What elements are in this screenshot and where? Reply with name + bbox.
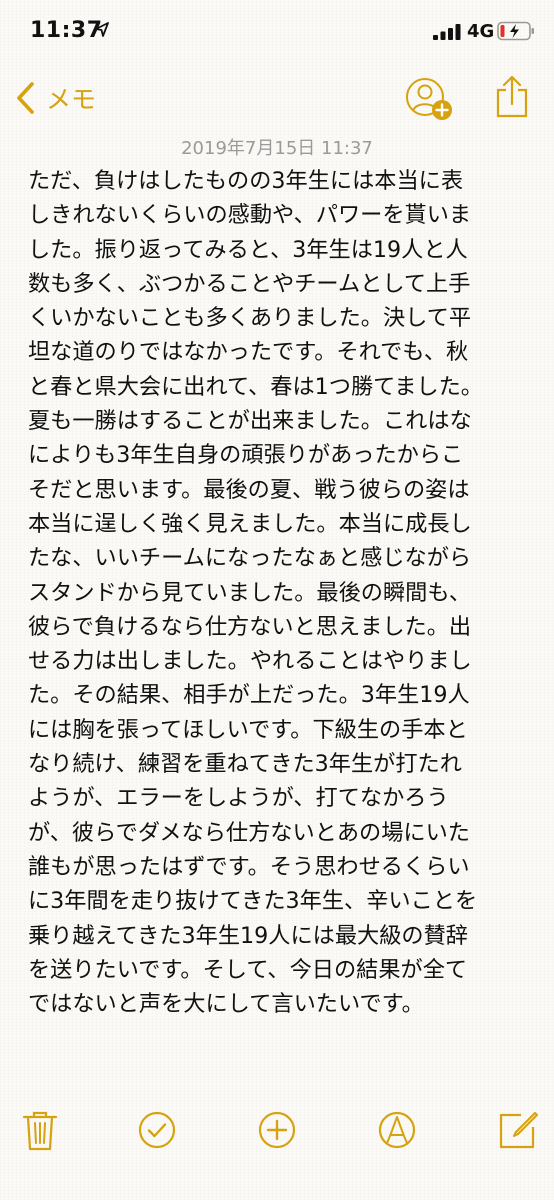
note-line: には胸を張ってほしいです。下級生の手本と xyxy=(28,716,468,743)
share-icon[interactable] xyxy=(494,74,530,120)
note-line: ただ、負けはしたものの3年生には本当に表 xyxy=(28,168,464,194)
note-line: ようが、エラーをしようが、打てなかろう xyxy=(28,785,449,812)
nav-bar: メモ xyxy=(0,62,554,132)
back-label: メモ xyxy=(46,85,97,114)
note-line: を送りたいです。そして、今日の結果が全て xyxy=(28,956,468,983)
note-line: スタンドから見ていました。最後の瞬間も、 xyxy=(28,579,472,606)
status-bar: 11:37 4G xyxy=(0,0,554,62)
trash-icon[interactable] xyxy=(18,1108,62,1152)
battery-charging-icon xyxy=(497,21,534,41)
note-line: 誰もが思ったはずです。そう思わせるくらい xyxy=(28,853,470,880)
markup-icon[interactable] xyxy=(375,1108,419,1152)
note-line: たな、いいチームになったなぁと感じながら xyxy=(28,545,472,572)
note-line: 数も多く、ぶつかることやチームとして上手 xyxy=(28,270,471,297)
status-time: 11:37 xyxy=(30,18,103,43)
note-body[interactable]: ただ、負けはしたものの3年生には本当に表 しきれないくらいの感動や、パワーを貰いま… xyxy=(28,164,526,1021)
checklist-icon[interactable] xyxy=(135,1108,179,1152)
bottom-toolbar xyxy=(0,1090,554,1200)
note-line: した。振り返ってみると、3年生は19人と人 xyxy=(28,236,468,263)
location-arrow-icon xyxy=(95,22,109,37)
note-line: ではないと声を大にして言いたいです。 xyxy=(28,991,424,1018)
note-date: 2019年7月15日 11:37 xyxy=(181,138,373,159)
note-line: た。その結果、相手が上だった。3年生19人 xyxy=(28,682,470,709)
note-line: 彼らで負けるなら仕方ないと思えました。出 xyxy=(28,613,472,640)
add-icon[interactable] xyxy=(255,1108,299,1152)
note-line: せる力は出しました。やれることはやりまし xyxy=(28,648,472,675)
note-line: 坦な道のりではなかったです。それでも、秋 xyxy=(28,339,469,366)
note-line: くいかないことも多くありました。決して平 xyxy=(28,305,472,332)
cellular-signal-icon xyxy=(433,24,461,40)
add-people-icon[interactable] xyxy=(404,76,454,122)
network-type: 4G xyxy=(467,21,495,42)
back-button[interactable]: メモ xyxy=(14,78,96,118)
note-line: しきれないくらいの感動や、パワーを貰いま xyxy=(28,202,472,229)
note-line: 夏も一勝はすることが出来ました。これはな xyxy=(28,408,472,435)
note-line: 乗り越えてきた3年生19人には最大級の賛辞 xyxy=(28,922,468,949)
note-line: によりも3年生自身の頑張りがあったからこ xyxy=(28,442,464,469)
chevron-left-icon xyxy=(17,82,34,114)
note-line: に3年間を走り抜けてきた3年生、辛いことを xyxy=(28,888,478,915)
note-line: と春と県大会に出れて、春は1つ勝てました。 xyxy=(28,373,483,400)
note-line: 本当に逞しく強く見えました。本当に成長し xyxy=(28,510,472,537)
compose-icon[interactable] xyxy=(496,1108,540,1152)
note-line: が、彼らでダメなら仕方ないとあの場にいた xyxy=(28,819,470,846)
note-line: なり続け、練習を重ねてきた3年生が打たれ xyxy=(28,751,462,778)
note-line: そだと思います。最後の夏、戦う彼らの姿は xyxy=(28,476,470,503)
